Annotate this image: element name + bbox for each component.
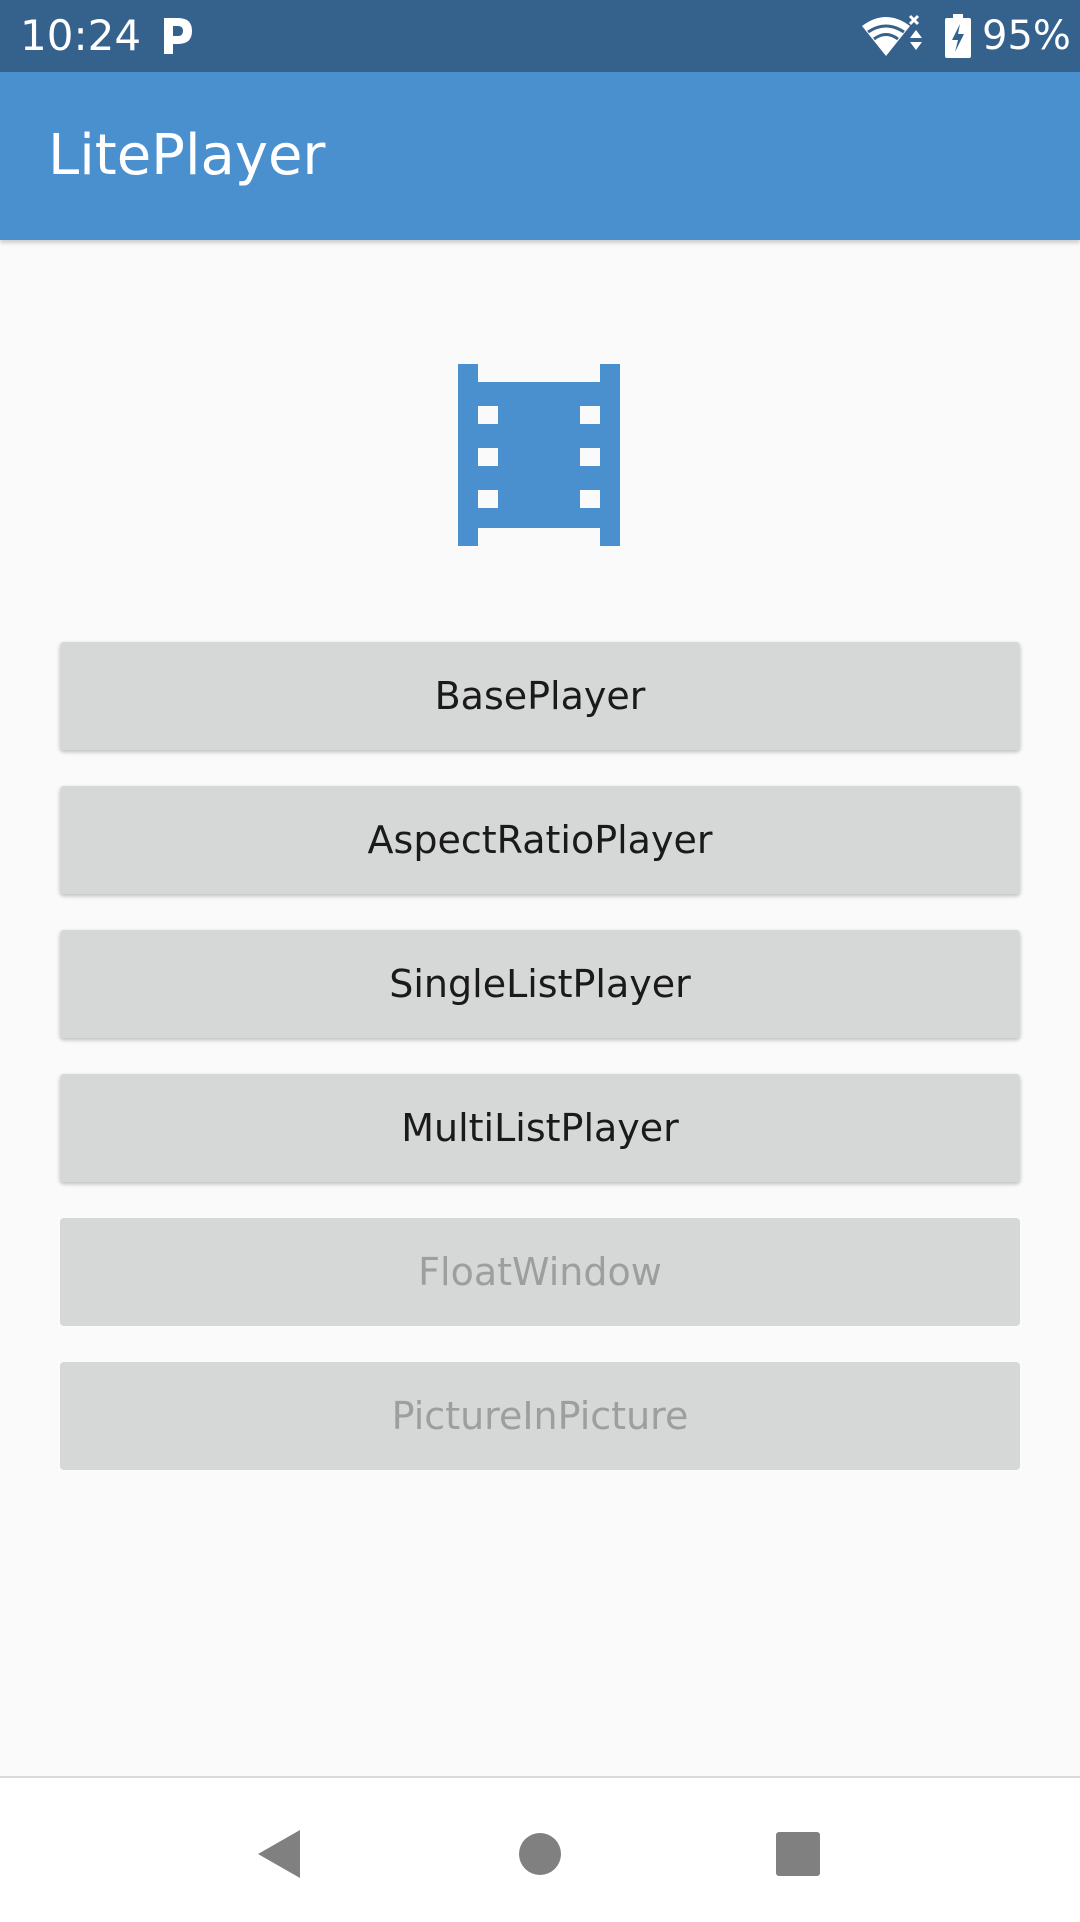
picture-in-picture-button[interactable]: PictureInPicture — [60, 1362, 1020, 1470]
status-time: 10:24 — [20, 11, 142, 60]
wifi-icon — [862, 14, 922, 56]
app-bar: LitePlayer — [0, 72, 1080, 240]
base-player-button[interactable]: BasePlayer — [60, 642, 1020, 750]
status-bar: 10:24 95% — [0, 0, 1080, 72]
aspect-ratio-player-button[interactable]: AspectRatioPlayer — [60, 786, 1020, 894]
navigation-bar — [0, 1776, 1080, 1922]
back-icon[interactable] — [256, 1828, 302, 1880]
multi-list-player-button[interactable]: MultiListPlayer — [60, 1074, 1020, 1182]
parking-p-icon — [164, 18, 192, 54]
battery-charging-icon — [945, 14, 971, 58]
home-icon[interactable] — [518, 1832, 562, 1876]
movie-filmstrip-icon — [458, 364, 620, 546]
single-list-player-button[interactable]: SingleListPlayer — [60, 930, 1020, 1038]
battery-percent: 95% — [982, 13, 1071, 59]
float-window-button[interactable]: FloatWindow — [60, 1218, 1020, 1326]
recents-icon[interactable] — [776, 1832, 820, 1876]
app-title: LitePlayer — [48, 123, 326, 188]
